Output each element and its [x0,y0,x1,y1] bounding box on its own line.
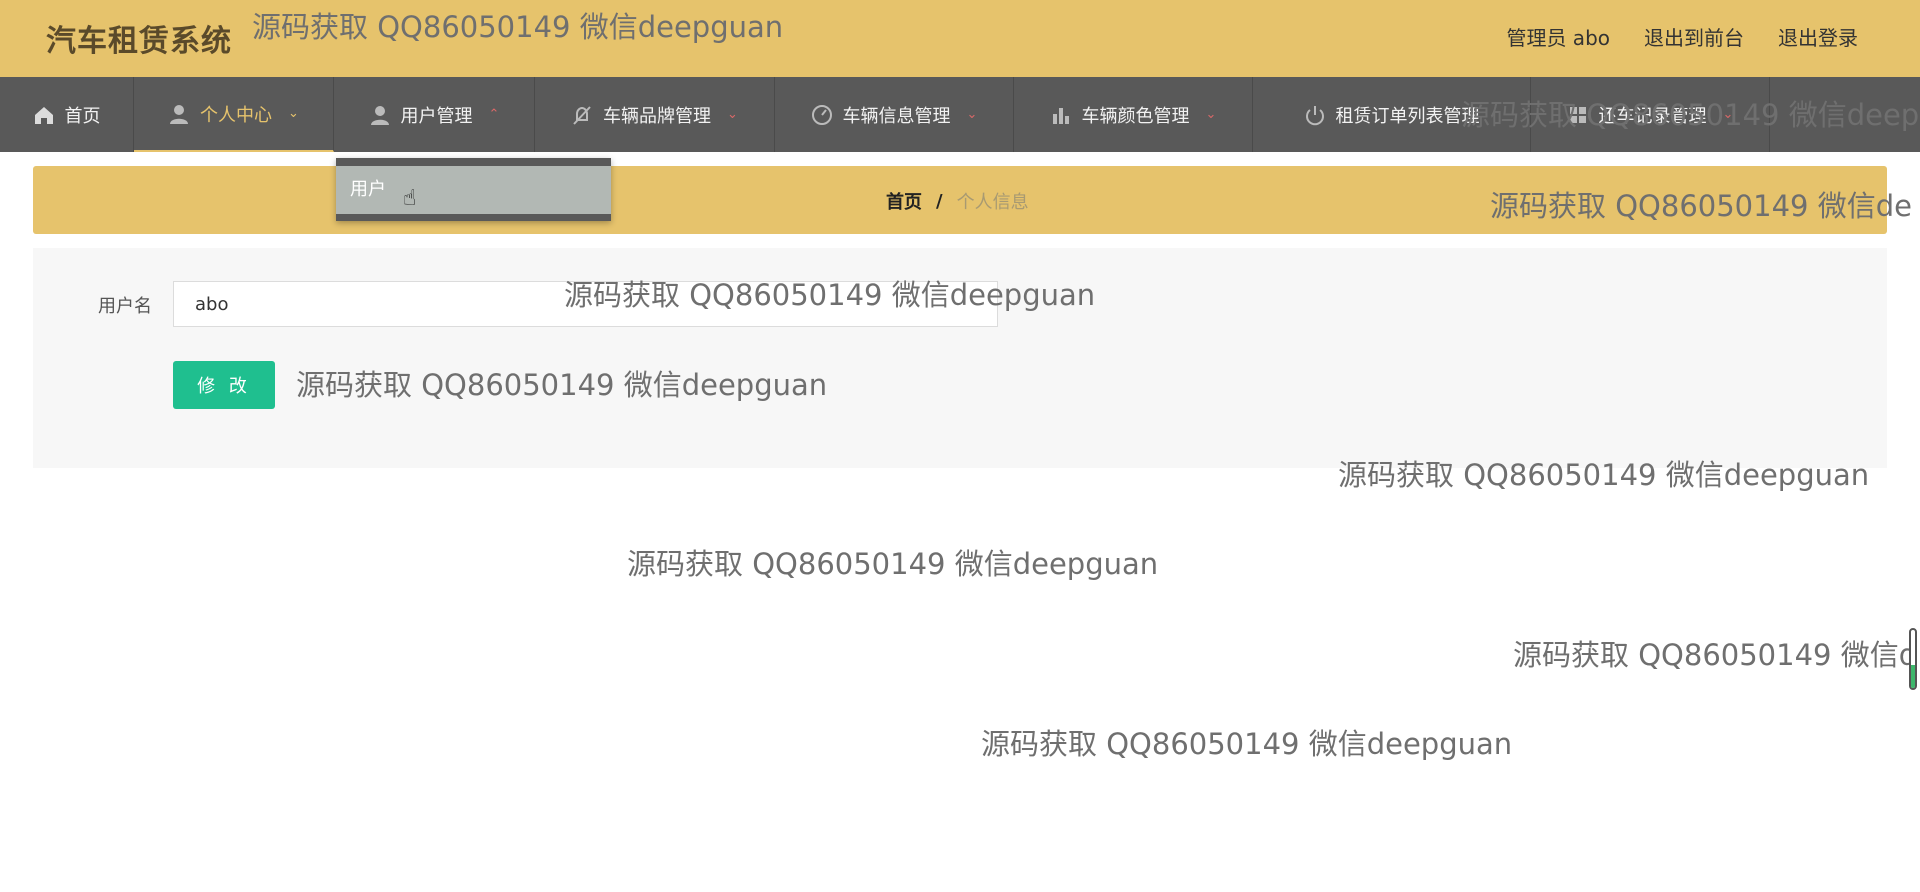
breadcrumb-current: 个人信息 [956,192,1029,213]
chevron-down-icon: ⌄ [1205,107,1217,122]
nav-item-color-management[interactable]: 车辆颜色管理 ⌄ [1014,77,1253,152]
app-title: 汽车租赁系统 [46,24,232,59]
watermark-text: 源码获取 QQ86050149 微信d [1513,638,1918,672]
username-label: 用户名 [98,296,152,317]
main-nav: 首页 个人中心 ⌄ 用户管理 ⌃ 车辆品牌管理 ⌄ 车辆信息管理 ⌄ 车辆颜色管… [0,77,1920,152]
breadcrumb: 首页 / 个人信息 [886,188,1029,214]
user-icon [168,103,190,125]
top-header: 汽车租赁系统 管理员 abo 退出到前台 退出登录 [0,0,1920,77]
breadcrumb-home[interactable]: 首页 [886,188,922,214]
breadcrumb-bar: 首页 / 个人信息 [33,166,1887,234]
nav-item-return-records[interactable]: 还车记录管理 ⌄ [1531,77,1770,152]
gauge-icon [811,104,833,126]
chevron-up-icon: ⌃ [488,107,500,122]
nav-label: 个人中心 [200,104,273,126]
grid-icon [1567,104,1589,126]
breadcrumb-separator: / [936,190,943,212]
chevron-down-icon: ⌄ [288,106,299,121]
hand-cursor-icon: ☝ [403,186,417,211]
nav-label: 车辆颜色管理 [1081,105,1190,127]
nav-label: 首页 [64,105,101,127]
watermark-text: 源码获取 QQ86050149 微信deepguan [627,547,1159,581]
bar-chart-icon [1050,104,1072,126]
chevron-down-icon: ⌄ [727,107,738,122]
header-links: 管理员 abo 退出到前台 退出登录 [1506,22,1858,51]
nav-label: 租赁订单列表管理 [1335,105,1480,127]
logout-link[interactable]: 退出登录 [1778,22,1858,51]
nav-item-vehicle-info-management[interactable]: 车辆信息管理 ⌄ [775,77,1014,152]
bell-off-icon [571,104,593,126]
chevron-down-icon: ⌄ [966,107,978,122]
nav-item-brand-management[interactable]: 车辆品牌管理 ⌄ [535,77,775,152]
nav-label: 还车记录管理 [1598,105,1707,127]
nav-label: 用户管理 [400,105,473,127]
exit-to-front-link[interactable]: 退出到前台 [1644,22,1744,51]
dropdown-item-user[interactable]: 用户 [336,166,611,214]
chevron-down-icon: ⌄ [1722,107,1734,122]
user-management-dropdown: 用户 [336,158,611,221]
scroll-indicator[interactable] [1909,628,1917,690]
user-icon [369,104,391,126]
update-button[interactable]: 修 改 [173,361,275,409]
nav-item-personal-center[interactable]: 个人中心 ⌄ [134,77,334,152]
nav-item-home[interactable]: 首页 [0,77,134,152]
nav-item-user-management[interactable]: 用户管理 ⌃ [334,77,535,152]
home-icon [33,104,55,126]
admin-label: 管理员 abo [1506,26,1610,50]
nav-overflow [1770,77,1920,152]
power-icon [1304,104,1326,126]
username-input[interactable] [173,281,998,327]
nav-item-rental-orders[interactable]: 租赁订单列表管理 [1253,77,1531,152]
nav-label: 车辆信息管理 [842,105,951,127]
watermark-text: 源码获取 QQ86050149 微信deepguan [981,727,1513,761]
nav-label: 车辆品牌管理 [603,105,712,127]
